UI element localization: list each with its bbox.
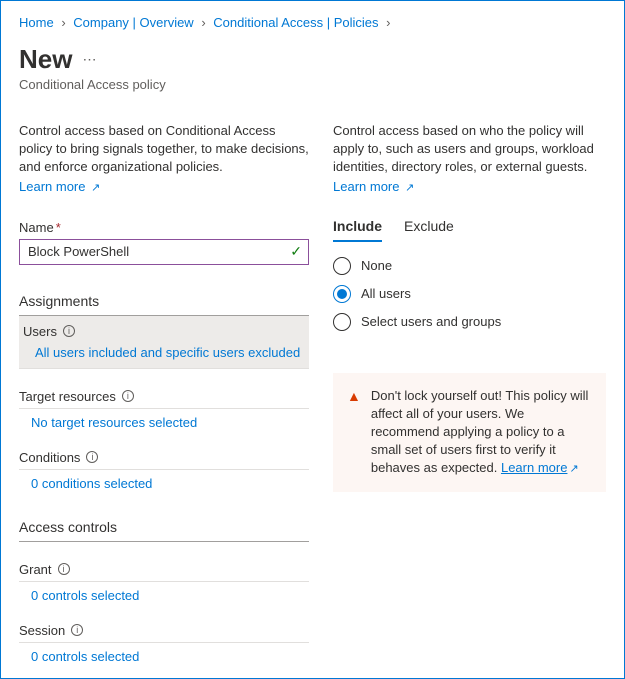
- radio-icon: [333, 285, 351, 303]
- external-link-icon: ↗: [91, 181, 100, 194]
- name-input[interactable]: [28, 244, 282, 259]
- include-exclude-tabs: Include Exclude: [333, 218, 606, 243]
- external-link-icon: ↗: [405, 181, 414, 194]
- learn-more-link-left[interactable]: Learn more ↗: [19, 179, 100, 194]
- chevron-right-icon: ›: [201, 15, 205, 30]
- breadcrumb-item-company[interactable]: Company | Overview: [73, 15, 193, 30]
- chevron-right-icon: ›: [386, 15, 390, 30]
- page-subtitle: Conditional Access policy: [19, 77, 606, 92]
- info-icon[interactable]: i: [86, 451, 98, 463]
- required-asterisk-icon: *: [56, 220, 61, 235]
- radio-all-users-label: All users: [361, 286, 411, 301]
- grant-label: Grant: [19, 562, 52, 577]
- tab-exclude[interactable]: Exclude: [404, 218, 454, 242]
- warning-learn-more-link[interactable]: Learn more↗: [501, 460, 579, 475]
- learn-more-label: Learn more: [333, 179, 399, 194]
- info-icon[interactable]: i: [71, 624, 83, 636]
- right-intro-text: Control access based on who the policy w…: [333, 122, 606, 177]
- grant-row[interactable]: Grant i: [19, 556, 309, 582]
- radio-icon: [333, 313, 351, 331]
- conditions-row[interactable]: Conditions i: [19, 444, 309, 470]
- learn-more-label: Learn more: [19, 179, 85, 194]
- users-row[interactable]: Users i All users included and specific …: [19, 316, 309, 369]
- users-label: Users: [23, 324, 57, 339]
- info-icon[interactable]: i: [63, 325, 75, 337]
- grant-value[interactable]: 0 controls selected: [19, 588, 309, 603]
- name-input-wrap[interactable]: ✓: [19, 239, 309, 265]
- tab-include[interactable]: Include: [333, 218, 382, 242]
- conditions-value[interactable]: 0 conditions selected: [19, 476, 309, 491]
- left-intro-text: Control access based on Conditional Acce…: [19, 122, 309, 177]
- radio-select-users-label: Select users and groups: [361, 314, 501, 329]
- radio-icon: [333, 257, 351, 275]
- conditions-label: Conditions: [19, 450, 80, 465]
- breadcrumb: Home › Company | Overview › Conditional …: [19, 15, 606, 30]
- session-label: Session: [19, 623, 65, 638]
- session-value[interactable]: 0 controls selected: [19, 649, 309, 664]
- radio-all-users[interactable]: All users: [333, 285, 606, 303]
- target-resources-value[interactable]: No target resources selected: [19, 415, 309, 430]
- page-title: New: [19, 44, 72, 75]
- warning-icon: ▲: [347, 387, 361, 478]
- access-controls-header: Access controls: [19, 519, 309, 542]
- session-row[interactable]: Session i: [19, 617, 309, 643]
- users-value[interactable]: All users included and specific users ex…: [23, 345, 303, 360]
- breadcrumb-item-home[interactable]: Home: [19, 15, 54, 30]
- name-field-label: Name*: [19, 220, 309, 235]
- chevron-right-icon: ›: [61, 15, 65, 30]
- radio-select-users[interactable]: Select users and groups: [333, 313, 606, 331]
- lockout-warning: ▲ Don't lock yourself out! This policy w…: [333, 373, 606, 492]
- user-scope-radio-group: None All users Select users and groups: [333, 257, 606, 331]
- check-icon: ✓: [290, 243, 302, 260]
- external-link-icon: ↗: [569, 462, 578, 477]
- radio-none[interactable]: None: [333, 257, 606, 275]
- info-icon[interactable]: i: [58, 563, 70, 575]
- target-resources-label: Target resources: [19, 389, 116, 404]
- info-icon[interactable]: i: [122, 390, 134, 402]
- breadcrumb-item-policies[interactable]: Conditional Access | Policies: [213, 15, 378, 30]
- more-actions-icon[interactable]: ⋯: [82, 51, 96, 68]
- target-resources-row[interactable]: Target resources i: [19, 383, 309, 409]
- assignments-header: Assignments: [19, 293, 309, 316]
- learn-more-link-right[interactable]: Learn more ↗: [333, 179, 414, 194]
- radio-none-label: None: [361, 258, 392, 273]
